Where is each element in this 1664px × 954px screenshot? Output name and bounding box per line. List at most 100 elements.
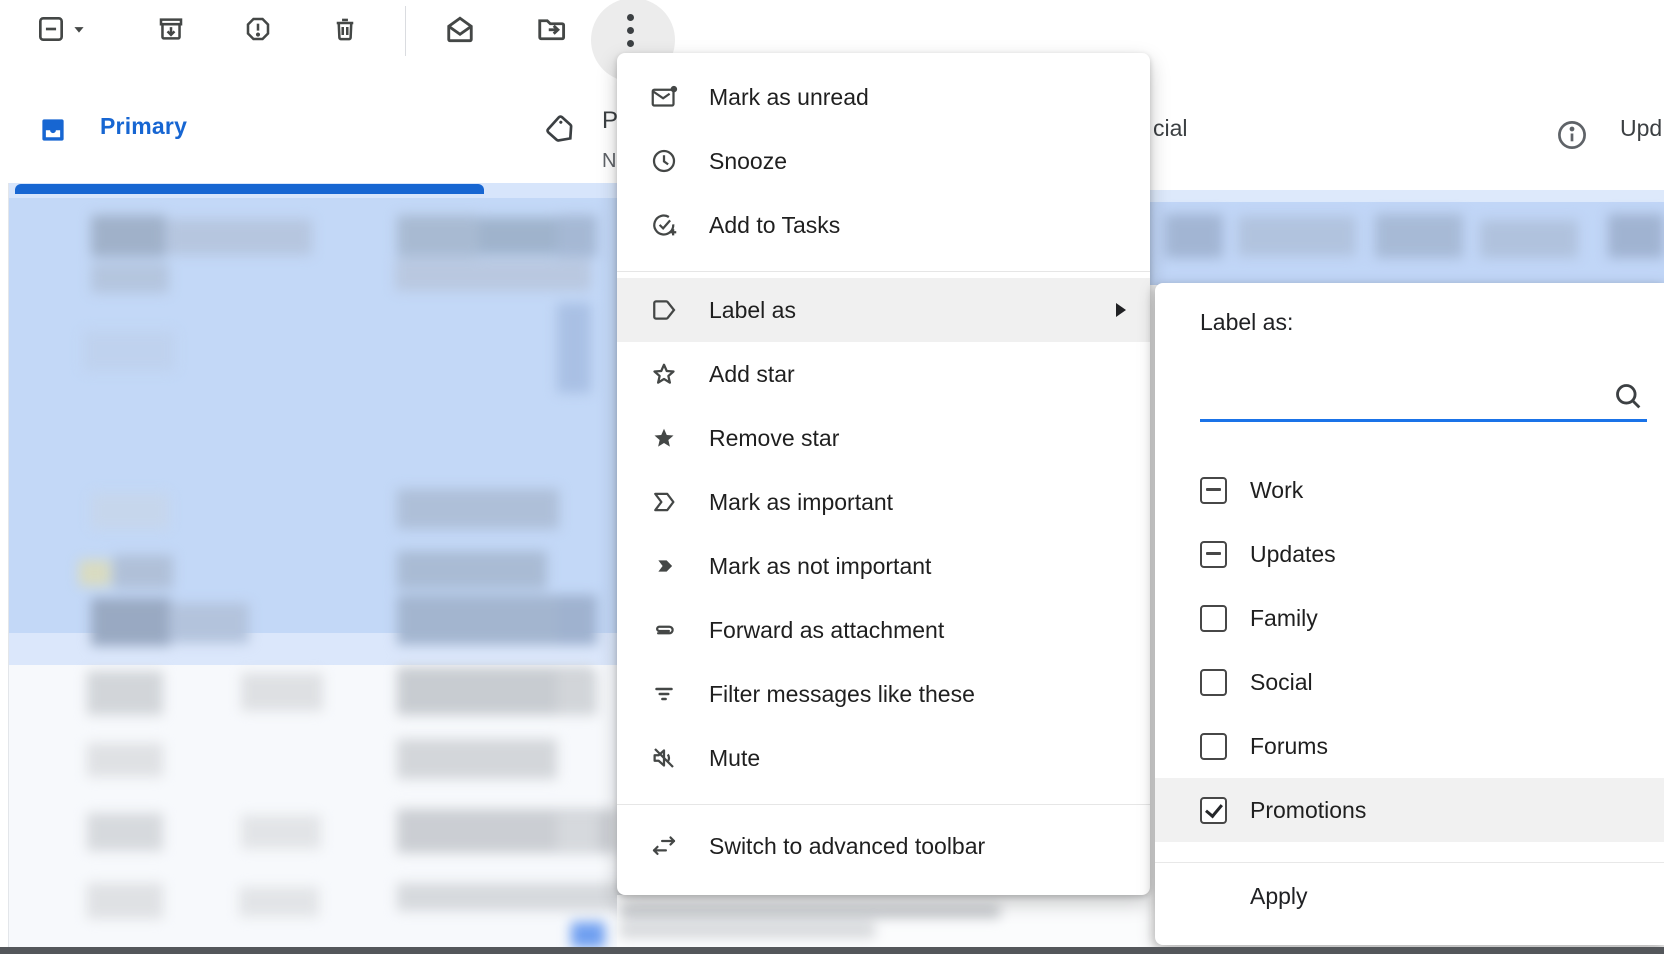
- menu-item-label: Mark as not important: [709, 553, 931, 580]
- menu-item-mark-as-important[interactable]: Mark as important: [617, 470, 1150, 534]
- not-important-icon: [647, 552, 681, 580]
- checkbox-forums[interactable]: [1200, 733, 1227, 760]
- move-to-button[interactable]: [533, 13, 569, 49]
- tab-social-partial[interactable]: cial: [1153, 115, 1188, 142]
- menu-item-filter-messages[interactable]: Filter messages like these: [617, 662, 1150, 726]
- blurred-block: [620, 905, 1000, 918]
- blurred-block: [91, 263, 169, 293]
- menu-item-switch-toolbar[interactable]: Switch to advanced toolbar: [617, 814, 1150, 878]
- menu-item-label: Mark as unread: [709, 84, 869, 111]
- mark-unread-icon: [647, 83, 681, 111]
- menu-item-remove-star[interactable]: Remove star: [617, 406, 1150, 470]
- blurred-block: [83, 331, 175, 371]
- menu-item-add-to-tasks[interactable]: Add to Tasks: [617, 193, 1150, 257]
- label-search-input[interactable]: [1200, 373, 1599, 415]
- mark-as-read-button[interactable]: [442, 13, 478, 49]
- blurred-block: [1238, 216, 1356, 256]
- blurred-block: [1375, 214, 1463, 258]
- blurred-block: [557, 595, 597, 645]
- menu-item-label: Snooze: [709, 148, 787, 175]
- checkbox-social[interactable]: [1200, 669, 1227, 696]
- blurred-block: [397, 739, 557, 779]
- menu-item-label: Remove star: [709, 425, 839, 452]
- label-option-forums[interactable]: Forums: [1155, 714, 1664, 778]
- report-spam-button[interactable]: [240, 13, 276, 49]
- label-option-name: Work: [1250, 477, 1303, 504]
- blurred-block: [620, 922, 875, 938]
- blurred-block: [397, 215, 479, 257]
- label-option-work[interactable]: Work: [1155, 458, 1664, 522]
- important-icon: [647, 488, 681, 516]
- blurred-block: [395, 259, 591, 291]
- label-option-social[interactable]: Social: [1155, 650, 1664, 714]
- checkbox-family[interactable]: [1200, 605, 1227, 632]
- label-option-updates[interactable]: Updates: [1155, 522, 1664, 586]
- blurred-block: [557, 215, 597, 257]
- blurred-block: [397, 489, 559, 529]
- select-dropdown[interactable]: [66, 13, 92, 49]
- label-option-family[interactable]: Family: [1155, 586, 1664, 650]
- blurred-block: [571, 922, 605, 948]
- blurred-block: [557, 303, 591, 393]
- promotions-tab-partial-text: P: [602, 107, 618, 135]
- select-checkbox[interactable]: [33, 13, 69, 49]
- label-search-field[interactable]: [1200, 373, 1647, 422]
- label-option-promotions[interactable]: Promotions: [1155, 778, 1664, 842]
- apply-button[interactable]: Apply: [1250, 883, 1308, 910]
- blurred-block: [241, 673, 323, 711]
- snooze-icon: [647, 147, 681, 175]
- checkbox-promotions[interactable]: [1200, 797, 1227, 824]
- email-list-bottom-blurred: [617, 895, 1150, 947]
- submenu-arrow-icon: [1116, 303, 1126, 317]
- blurred-block: [1480, 220, 1578, 258]
- label-panel-title: Label as:: [1200, 309, 1293, 336]
- gmail-screen: Primary P N cial Upd Mark as unread Snoo…: [0, 0, 1664, 954]
- mute-icon: [647, 744, 681, 772]
- primary-tab-icon: [38, 115, 68, 150]
- menu-item-label-as[interactable]: Label as: [617, 278, 1150, 342]
- label-option-name: Family: [1250, 605, 1318, 632]
- email-list-blurred[interactable]: [8, 183, 618, 947]
- menu-item-label: Mark as important: [709, 489, 893, 516]
- more-options-button[interactable]: [627, 14, 634, 47]
- menu-item-label: Filter messages like these: [709, 681, 975, 708]
- more-actions-menu: Mark as unread Snooze Add to Tasks Label…: [617, 53, 1150, 895]
- trash-icon: [329, 13, 361, 50]
- search-icon: [1611, 379, 1645, 418]
- menu-item-add-star[interactable]: Add star: [617, 342, 1150, 406]
- archive-icon: [155, 13, 187, 50]
- blurred-block: [557, 813, 597, 851]
- checkbox-work[interactable]: [1200, 477, 1227, 504]
- blurred-block: [79, 560, 111, 586]
- promotions-tab-tag-icon[interactable]: [534, 107, 585, 159]
- archive-button[interactable]: [153, 13, 189, 49]
- label-as-submenu: Label as: Work Updates Family Social: [1155, 283, 1664, 945]
- tab-updates-partial[interactable]: Upd: [1620, 115, 1662, 142]
- menu-item-label: Label as: [709, 297, 796, 324]
- menu-item-mark-as-unread[interactable]: Mark as unread: [617, 65, 1150, 129]
- label-panel-divider: [1155, 862, 1664, 863]
- checkbox-updates[interactable]: [1200, 541, 1227, 568]
- add-to-tasks-icon: [647, 211, 681, 239]
- blurred-block: [241, 815, 321, 849]
- label-option-name: Social: [1250, 669, 1313, 696]
- info-button[interactable]: [1554, 117, 1590, 158]
- blurred-block: [167, 219, 312, 255]
- attachment-icon: [647, 616, 681, 644]
- blurred-block: [397, 883, 637, 911]
- blurred-block: [91, 598, 171, 646]
- menu-item-mute[interactable]: Mute: [617, 726, 1150, 790]
- menu-item-forward-as-attachment[interactable]: Forward as attachment: [617, 598, 1150, 662]
- delete-button[interactable]: [327, 13, 363, 49]
- add-star-icon: [647, 360, 681, 388]
- toolbar-divider: [405, 6, 406, 56]
- blurred-block: [1608, 214, 1664, 258]
- menu-item-snooze[interactable]: Snooze: [617, 129, 1150, 193]
- selected-email-row-blurred: [1150, 190, 1664, 285]
- label-options-list: Work Updates Family Social Forums Promot…: [1155, 458, 1664, 842]
- label-icon: [647, 296, 681, 324]
- move-to-folder-icon: [533, 11, 569, 52]
- blurred-block: [239, 887, 319, 917]
- tab-primary[interactable]: Primary: [100, 113, 187, 140]
- menu-item-mark-as-not-important[interactable]: Mark as not important: [617, 534, 1150, 598]
